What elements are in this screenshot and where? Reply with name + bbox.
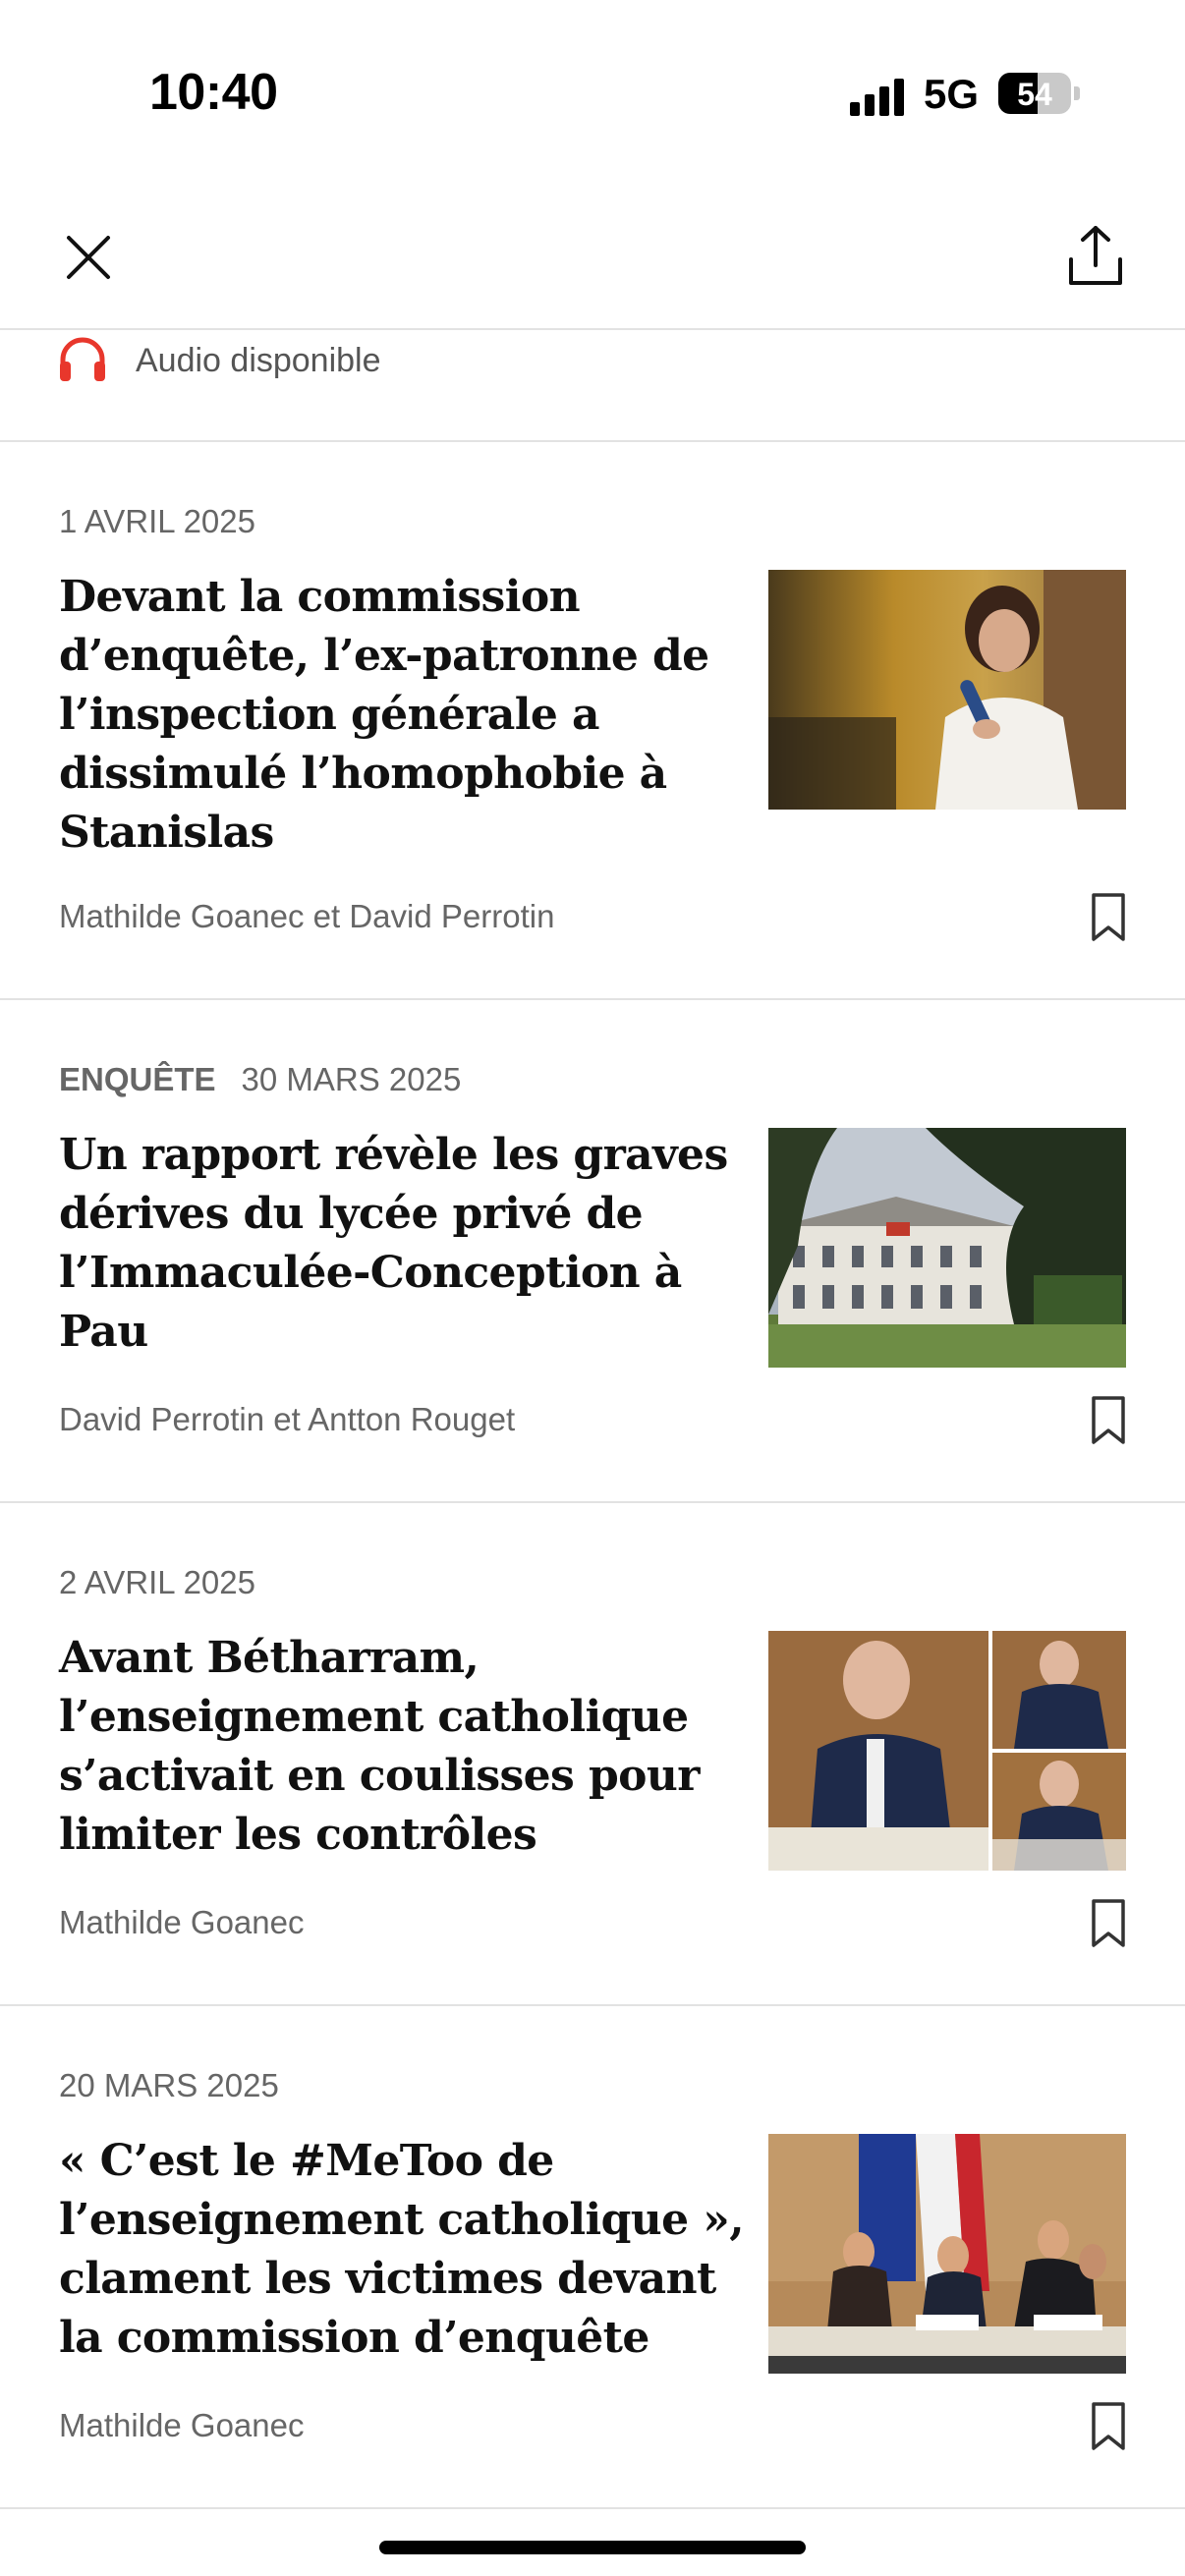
article-thumbnail[interactable] <box>768 570 1126 810</box>
article-byline: Mathilde Goanec <box>59 2407 305 2443</box>
article-title[interactable]: Avant Bétharram, l’enseignement catholiq… <box>59 1629 747 1865</box>
article-card[interactable]: 2 AVRIL 2025 Avant Bétharram, l’enseigne… <box>0 1503 1185 2004</box>
article-byline: David Perrotin et Antton Rouget <box>59 1401 516 1437</box>
article-divider <box>0 2507 1185 2509</box>
audio-label: Audio disponible <box>136 342 381 379</box>
battery-tip <box>1074 86 1080 100</box>
battery-percent: 54 <box>1017 77 1052 112</box>
article-date: 20 MARS 2025 <box>59 2067 279 2103</box>
status-time: 10:40 <box>149 64 278 121</box>
article-title[interactable]: « C’est le #MeToo de l’enseignement cath… <box>59 2132 747 2368</box>
article-kicker: ENQUÊTE <box>59 1061 216 1097</box>
article-thumbnail[interactable] <box>768 2134 1126 2374</box>
article-date: 30 MARS 2025 <box>241 1061 462 1097</box>
article-meta: 20 MARS 2025 <box>59 2067 279 2104</box>
article-byline: Mathilde Goanec et David Perrotin <box>59 898 555 934</box>
close-button[interactable] <box>59 228 118 287</box>
battery-icon: 54 <box>998 73 1071 114</box>
status-bar: 10:40 5G 54 <box>0 0 1185 187</box>
article-date: 2 AVRIL 2025 <box>59 1564 255 1600</box>
article-thumbnail[interactable] <box>768 1128 1126 1368</box>
article-meta: 2 AVRIL 2025 <box>59 1564 255 1601</box>
network-label: 5G <box>924 71 980 117</box>
article-title[interactable]: Devant la commission d’enquête, l’ex-pat… <box>59 568 747 863</box>
article-card[interactable]: ENQUÊTE 30 MARS 2025 Un rapport révèle le… <box>0 1000 1185 1501</box>
bookmark-icon[interactable] <box>1091 1898 1126 1949</box>
signal-icon <box>850 77 909 116</box>
article-thumbnail[interactable] <box>768 1631 1126 1871</box>
article-meta: ENQUÊTE 30 MARS 2025 <box>59 1061 461 1098</box>
home-indicator[interactable] <box>379 2541 806 2554</box>
bookmark-icon[interactable] <box>1091 2401 1126 2452</box>
article-card[interactable]: 1 AVRIL 2025 Devant la commission d’enqu… <box>0 442 1185 998</box>
bookmark-icon[interactable] <box>1091 892 1126 943</box>
article-byline: Mathilde Goanec <box>59 1904 305 1940</box>
headphones-icon <box>60 337 105 381</box>
nav-divider <box>0 328 1185 330</box>
bookmark-icon[interactable] <box>1091 1395 1126 1446</box>
article-title[interactable]: Un rapport révèle les graves dérives du … <box>59 1126 747 1362</box>
share-button[interactable] <box>1061 222 1130 291</box>
share-icon <box>1069 226 1122 285</box>
article-date: 1 AVRIL 2025 <box>59 503 255 539</box>
article-meta: 1 AVRIL 2025 <box>59 503 255 540</box>
article-card[interactable]: 20 MARS 2025 « C’est le #MeToo de l’ense… <box>0 2006 1185 2507</box>
close-icon <box>67 236 110 279</box>
